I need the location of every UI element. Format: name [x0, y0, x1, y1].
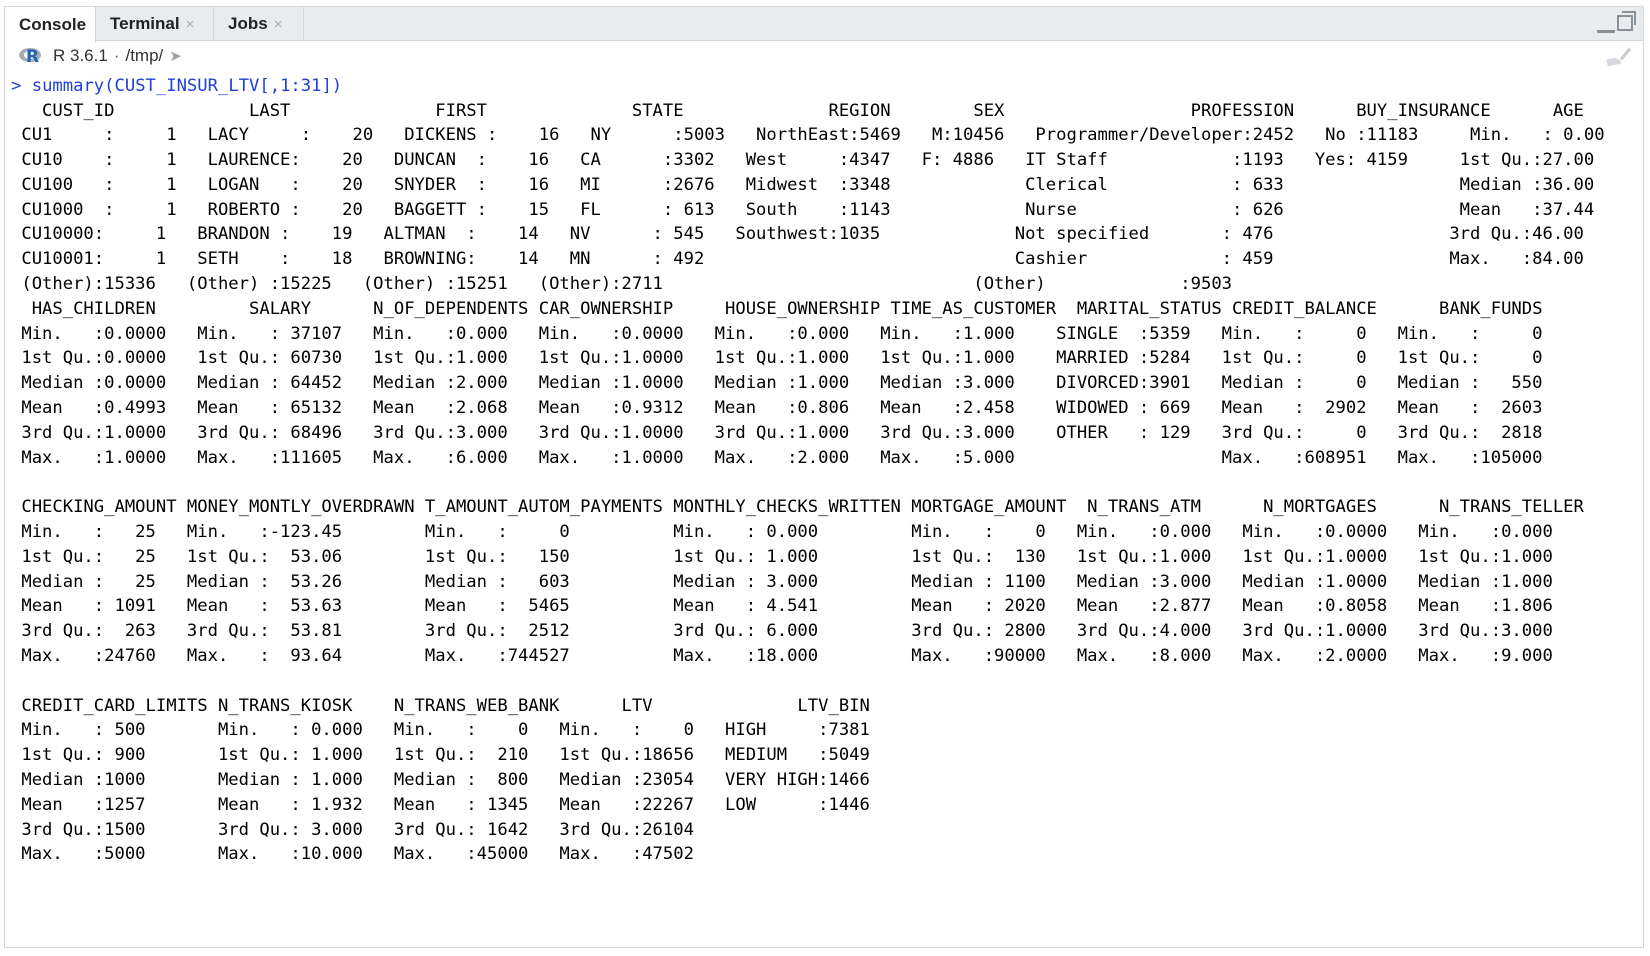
prompt-symbol: > — [11, 76, 22, 96]
r-logo-icon: R — [19, 46, 43, 67]
console-scrollbar[interactable] — [1629, 71, 1643, 947]
close-icon[interactable]: × — [186, 16, 195, 33]
tab-jobs-label: Jobs — [228, 14, 268, 33]
minimize-icon[interactable] — [1597, 21, 1615, 33]
tab-jobs[interactable]: Jobs × — [214, 7, 304, 41]
pane-tab-bar: Console Terminal × Jobs × — [5, 7, 1643, 42]
command-text: summary(CUST_INSUR_LTV[,1:31]) — [31, 76, 343, 96]
summary-output: CUST_ID LAST FIRST STATE REGION SEX PROF… — [21, 100, 1605, 865]
console-output-area[interactable]: > summary(CUST_INSUR_LTV[,1:31]) CUST_ID… — [11, 73, 1613, 947]
r-version: R 3.6.1 — [53, 46, 108, 65]
tab-console-label: Console — [19, 14, 87, 34]
tab-terminal[interactable]: Terminal × — [96, 7, 214, 41]
close-icon[interactable]: × — [274, 16, 283, 33]
console-header: R R 3.6.1 · /tmp/ ➤ — [5, 41, 1643, 71]
broom-icon[interactable] — [1607, 47, 1629, 65]
console-pane: Console Terminal × Jobs × R R 3.6.1 · /t… — [4, 6, 1644, 948]
command-line: > summary(CUST_INSUR_LTV[,1:31]) — [11, 73, 1613, 99]
window-controls — [1597, 11, 1636, 33]
goto-directory-icon[interactable]: ➤ — [169, 47, 182, 65]
tab-terminal-label: Terminal — [110, 14, 180, 33]
tab-console[interactable]: Console — [5, 7, 96, 42]
separator: · — [113, 46, 120, 65]
working-directory: /tmp/ — [125, 46, 164, 65]
maximize-icon[interactable] — [1617, 11, 1636, 31]
